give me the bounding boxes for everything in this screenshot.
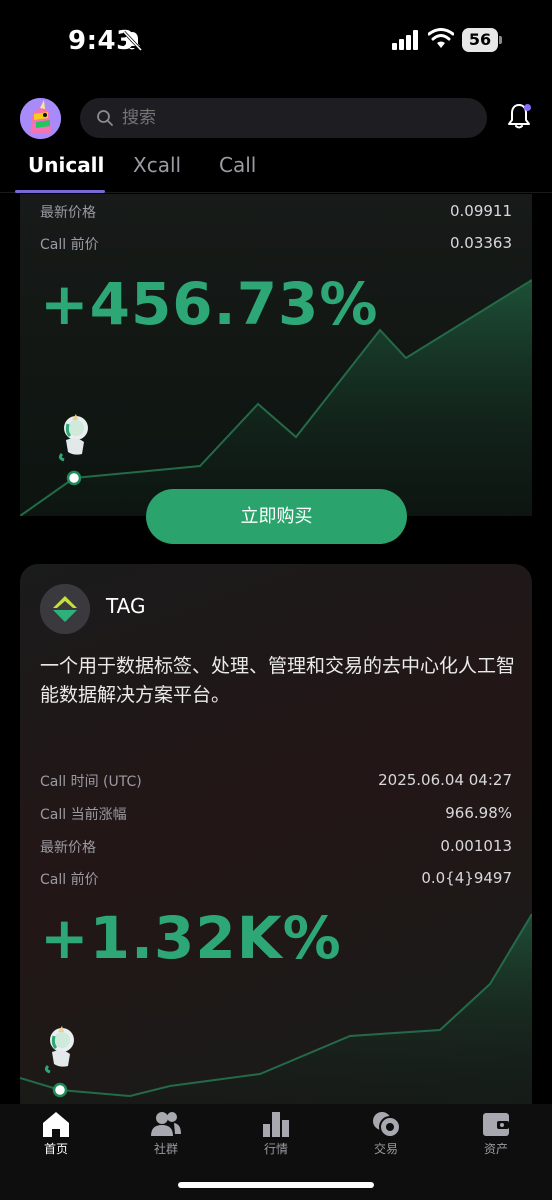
nav-home-label: 首页 xyxy=(43,1142,68,1156)
status-bar: 9:43 56 xyxy=(0,0,552,82)
battery-tip xyxy=(499,36,502,44)
nav-trade-label: 交易 xyxy=(373,1142,398,1156)
wifi-icon xyxy=(428,28,454,48)
token-name: TAG xyxy=(106,594,146,618)
row-label-latest-price: 最新价格 xyxy=(40,840,96,856)
tag-token-logo xyxy=(40,584,90,634)
row-value-latest-price: 0.001013 xyxy=(440,837,512,855)
avatar-image xyxy=(20,98,61,139)
nav-community-label: 社群 xyxy=(153,1142,178,1156)
tab-active-indicator xyxy=(15,190,105,193)
nav-market-label: 行情 xyxy=(263,1142,288,1156)
token-description: 一个用于数据标签、处理、管理和交易的去中心化人工智能数据解决方案平台。 xyxy=(40,655,516,706)
call-card-tag[interactable]: TAG 一个用于数据标签、处理、管理和交易的去中心化人工智能数据解决方案平台。 … xyxy=(20,564,532,1104)
row-value-pre-call-price: 0.0{4}9497 xyxy=(421,869,512,887)
tab-bar: Unicall Xcall Call xyxy=(0,145,552,193)
row-label-call-time: Call 时间 (UTC) xyxy=(40,774,142,790)
wallet-icon xyxy=(483,1113,509,1136)
chart-start-point xyxy=(66,470,82,486)
community-icon xyxy=(151,1112,181,1136)
tag-logo-icon xyxy=(40,584,90,634)
row-label-pre-call-price: Call 前价 xyxy=(40,872,99,888)
row-label-pre-call-price: Call 前价 xyxy=(40,237,99,253)
trade-icon xyxy=(373,1112,401,1138)
price-sparkline xyxy=(20,913,532,1104)
notification-badge xyxy=(524,104,531,111)
nav-assets[interactable]: 资产 xyxy=(456,1110,536,1157)
nav-trade[interactable]: 交易 xyxy=(346,1110,426,1157)
row-value-latest-price: 0.09911 xyxy=(449,202,512,220)
battery-indicator: 56 xyxy=(462,28,502,52)
search-input[interactable] xyxy=(122,98,462,138)
price-sparkline xyxy=(20,279,532,516)
tab-unicall[interactable]: Unicall xyxy=(28,153,104,177)
nav-home[interactable]: 首页 xyxy=(16,1110,96,1157)
call-card-1[interactable]: 最新价格 0.09911 Call 前价 0.03363 +456.73% xyxy=(20,194,532,516)
bell-off-icon xyxy=(122,30,142,52)
home-indicator[interactable] xyxy=(178,1182,374,1188)
market-icon xyxy=(263,1112,289,1137)
row-label-current-gain: Call 当前涨幅 xyxy=(40,807,127,823)
user-avatar[interactable] xyxy=(20,98,61,139)
unicorn-mascot-icon xyxy=(58,414,88,462)
tab-xcall[interactable]: Xcall xyxy=(133,153,181,177)
row-value-call-time: 2025.06.04 04:27 xyxy=(378,771,512,789)
tab-call[interactable]: Call xyxy=(219,153,256,177)
battery-level: 56 xyxy=(462,28,498,52)
nav-community[interactable]: 社群 xyxy=(126,1110,206,1157)
buy-now-button[interactable]: 立即购买 xyxy=(146,489,407,544)
unicorn-mascot-icon xyxy=(44,1026,74,1074)
row-label-latest-price: 最新价格 xyxy=(40,205,96,221)
nav-assets-label: 资产 xyxy=(483,1142,508,1156)
search-bar[interactable] xyxy=(80,98,487,138)
row-value-pre-call-price: 0.03363 xyxy=(449,234,512,252)
home-icon xyxy=(43,1112,69,1137)
search-icon xyxy=(97,110,113,126)
chart-start-point xyxy=(52,1082,68,1098)
nav-market[interactable]: 行情 xyxy=(236,1110,316,1157)
row-value-current-gain: 966.98% xyxy=(445,804,512,822)
cellular-signal-icon xyxy=(392,30,418,50)
